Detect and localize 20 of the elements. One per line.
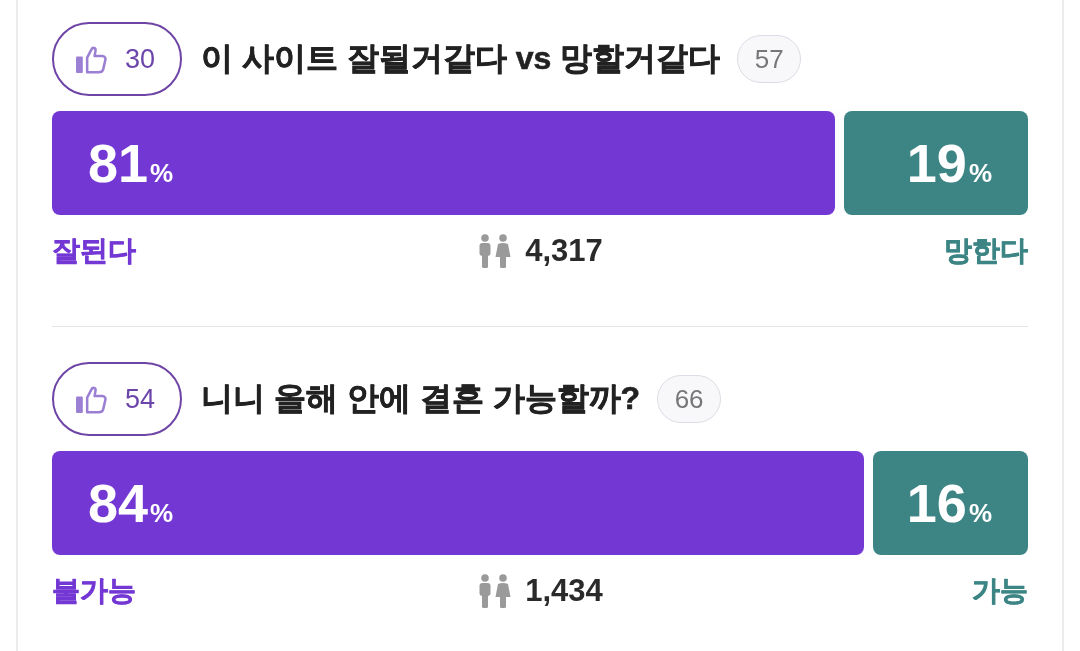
option-label: 잘된다 bbox=[52, 234, 136, 268]
option-label: 불가능 bbox=[52, 574, 136, 608]
poll-title: 니니 올해 안에 결혼 가능할까? bbox=[201, 379, 641, 418]
percent-label: 19% bbox=[906, 132, 992, 194]
percent-label: 84% bbox=[88, 472, 174, 534]
like-button[interactable]: 30 bbox=[52, 22, 182, 96]
people-icon bbox=[477, 234, 512, 268]
percent-label: 16% bbox=[906, 472, 992, 534]
option-label: 가능 bbox=[972, 574, 1028, 608]
poll-title: 이 사이트 잘될거같다 vs 망할거같다 bbox=[201, 39, 721, 78]
option-label: 망한다 bbox=[944, 234, 1028, 268]
people-icon bbox=[477, 574, 512, 608]
comment-count-badge: 66 bbox=[657, 375, 722, 423]
thumbs-up-icon bbox=[76, 384, 107, 414]
thumbs-up-icon bbox=[76, 44, 107, 74]
voter-count: 1,434 bbox=[525, 573, 603, 609]
like-button[interactable]: 54 bbox=[52, 362, 182, 436]
voter-count: 4,317 bbox=[525, 233, 603, 269]
comment-count-badge: 57 bbox=[737, 35, 802, 83]
percent-label: 81% bbox=[88, 132, 174, 194]
